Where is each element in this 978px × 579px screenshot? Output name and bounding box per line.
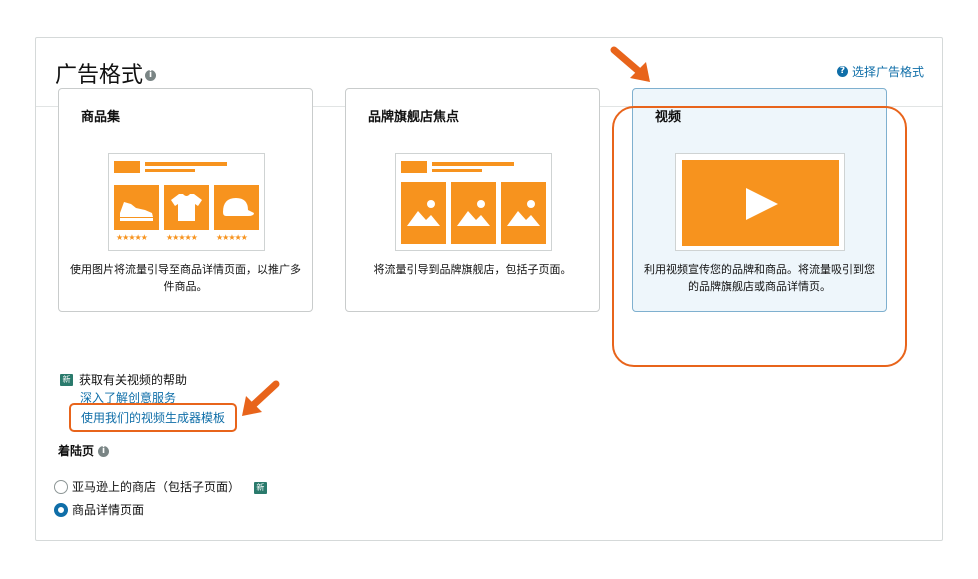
image-icon (507, 200, 540, 226)
image-icon (457, 200, 490, 226)
card-title: 品牌旗舰店焦点 (368, 110, 460, 125)
info-icon[interactable]: i (98, 446, 110, 457)
radio-button[interactable] (54, 479, 68, 494)
thumb-logo-block (401, 161, 427, 173)
thumb-subline-bar (145, 169, 195, 172)
store-tile (501, 182, 546, 244)
product-tile-cap (214, 185, 259, 230)
store-spotlight-thumbnail (395, 153, 552, 251)
choose-ad-format-text: 选择广告格式 (851, 65, 924, 79)
annotation-arrow-icon (610, 46, 650, 82)
radio-product-detail-page[interactable]: 商品详情页面 (54, 501, 144, 518)
image-icon (407, 200, 440, 226)
shoe-icon (120, 202, 153, 221)
help-title: 获取有关视频的帮助 (79, 373, 188, 387)
rating-stars: ★★★★★ (216, 233, 248, 242)
thumb-headline-bar (432, 162, 514, 166)
thumb-logo-block (114, 161, 140, 173)
card-title: 商品集 (81, 110, 121, 125)
cap-icon (223, 198, 254, 216)
new-badge: 新 (253, 481, 267, 494)
store-tile (451, 182, 496, 244)
store-tile (401, 182, 446, 244)
page-title: 广告格式 i (55, 57, 157, 89)
page-title-text: 广告格式 (55, 63, 144, 88)
new-badge: 新 (60, 373, 73, 386)
thumb-subline-bar (432, 169, 482, 172)
radio-label: 亚马逊上的商店（包括子页面） (72, 480, 241, 494)
rating-stars: ★★★★★ (116, 233, 148, 242)
annotation-arrow-icon (242, 380, 280, 416)
choose-ad-format-link[interactable]: ? 选择广告格式 (836, 63, 924, 80)
radio-button-selected[interactable] (54, 502, 68, 517)
product-tile-shirt (164, 185, 209, 230)
card-store-spotlight[interactable]: 品牌旗舰店焦点 将流量引导到品牌旗舰店，包括子页面。 (345, 88, 600, 312)
product-collection-thumbnail: ★★★★★ ★★★★★ ★★★★★ (108, 153, 265, 251)
radio-store[interactable]: 亚马逊上的商店（包括子页面） 新 (54, 478, 267, 495)
info-icon[interactable]: i (145, 69, 157, 81)
card-description: 使用图片将流量引导至商品详情页面，以推广多件商品。 (70, 263, 301, 293)
product-tile-shoe (114, 185, 159, 230)
video-builder-template-link[interactable]: 使用我们的视频生成器模板 (81, 409, 225, 426)
landing-page-title: 着陆页 i (58, 442, 110, 459)
landing-page-title-text: 着陆页 (58, 444, 95, 458)
card-description: 将流量引导到品牌旗舰店，包括子页面。 (373, 263, 572, 276)
thumb-headline-bar (145, 162, 227, 166)
rating-stars: ★★★★★ (166, 233, 198, 242)
card-product-collection[interactable]: 商品集 ★★★★★ ★★★★★ ★★★★★ 使用图片将流量引导至商品详情页面，以… (58, 88, 313, 312)
tshirt-icon (171, 194, 202, 221)
question-icon: ? (836, 66, 848, 77)
annotation-oval (612, 106, 907, 367)
radio-label: 商品详情页面 (72, 503, 145, 517)
video-help-section: 新获取有关视频的帮助 (60, 371, 187, 388)
